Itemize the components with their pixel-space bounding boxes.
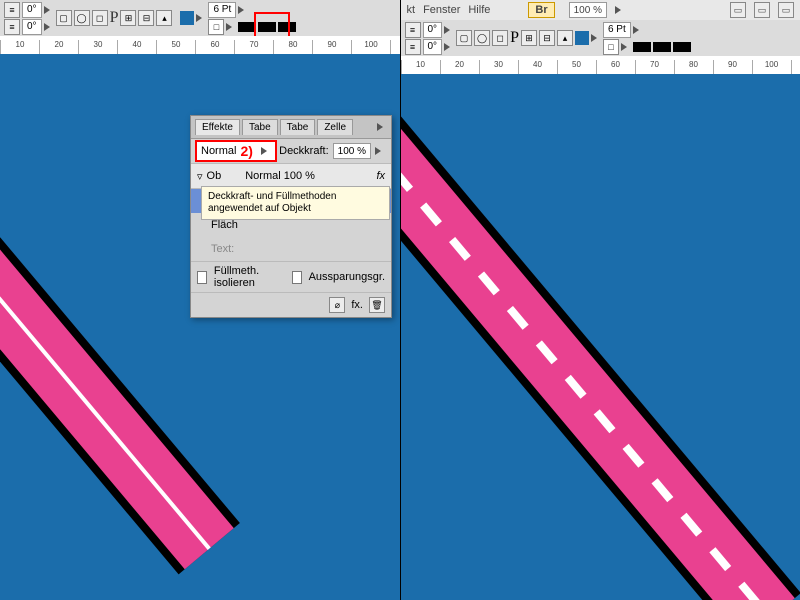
- ruler-left: 102030405060708090100110: [0, 36, 400, 55]
- clear-icon[interactable]: ⌀: [329, 297, 345, 313]
- canvas-right[interactable]: [401, 74, 800, 600]
- checkbox-isolate[interactable]: [197, 271, 207, 284]
- checkbox-knockout[interactable]: [292, 271, 302, 284]
- blend-mode-value: Normal: [201, 145, 236, 157]
- angle2-input[interactable]: 0°: [22, 19, 42, 35]
- paragraph-icon[interactable]: P: [110, 9, 119, 27]
- tab-zelle[interactable]: Zelle: [317, 119, 353, 135]
- annotation-2: 2): [240, 143, 252, 159]
- arrange-icon[interactable]: ▭: [778, 2, 794, 18]
- bridge-button[interactable]: Br: [528, 2, 554, 18]
- fx-icon[interactable]: fx.: [351, 299, 363, 311]
- blend-mode-select[interactable]: Normal 2): [195, 140, 277, 162]
- menu-help[interactable]: Hilfe: [468, 4, 490, 16]
- row-text: Text:: [191, 237, 391, 261]
- menu-window[interactable]: Fenster: [423, 4, 460, 16]
- opacity-input[interactable]: 100 %: [333, 143, 371, 159]
- zoom-input[interactable]: 100 %: [569, 2, 607, 18]
- control-bar-left: ≡0° ≡0° ▢ ◯ ◻ P ⊞ ⊟ ▴ 6 Pt □: [0, 0, 400, 37]
- tooltip: Deckkraft- und Füllmethoden angewendet a…: [201, 186, 390, 220]
- object-label: Ob: [207, 170, 222, 182]
- ruler-right: 102030405060708090100110: [401, 56, 800, 75]
- tool-icon[interactable]: ▢: [56, 10, 72, 26]
- trash-icon[interactable]: 🗑: [369, 297, 385, 313]
- menu-icon[interactable]: [377, 123, 387, 131]
- stroke-weight-input[interactable]: 6 Pt: [208, 2, 236, 18]
- tab-effects[interactable]: Effekte: [195, 119, 240, 135]
- effects-panel: Effekte Tabe Tabe Zelle Normal 2) Deckkr…: [190, 115, 392, 318]
- view-icon[interactable]: ▭: [754, 2, 770, 18]
- tab-tabe1[interactable]: Tabe: [242, 119, 278, 135]
- panel-tabs: Effekte Tabe Tabe Zelle: [191, 116, 391, 139]
- control-bar-right: ≡0° ≡0° ▢◯◻ P ⊞⊟▴ 6 Pt □: [401, 20, 800, 57]
- screen-icon[interactable]: ▭: [730, 2, 746, 18]
- angle-input[interactable]: 0°: [22, 2, 42, 18]
- fill-swatch[interactable]: [180, 11, 194, 25]
- opacity-label: Deckkraft:: [279, 145, 329, 157]
- tab-tabe2[interactable]: Tabe: [280, 119, 316, 135]
- align-icon[interactable]: ≡: [4, 2, 20, 18]
- no-fill-icon[interactable]: □: [208, 19, 224, 35]
- menu-bar: kt Fenster Hilfe Br 100 % ▭ ▭ ▭: [401, 0, 800, 20]
